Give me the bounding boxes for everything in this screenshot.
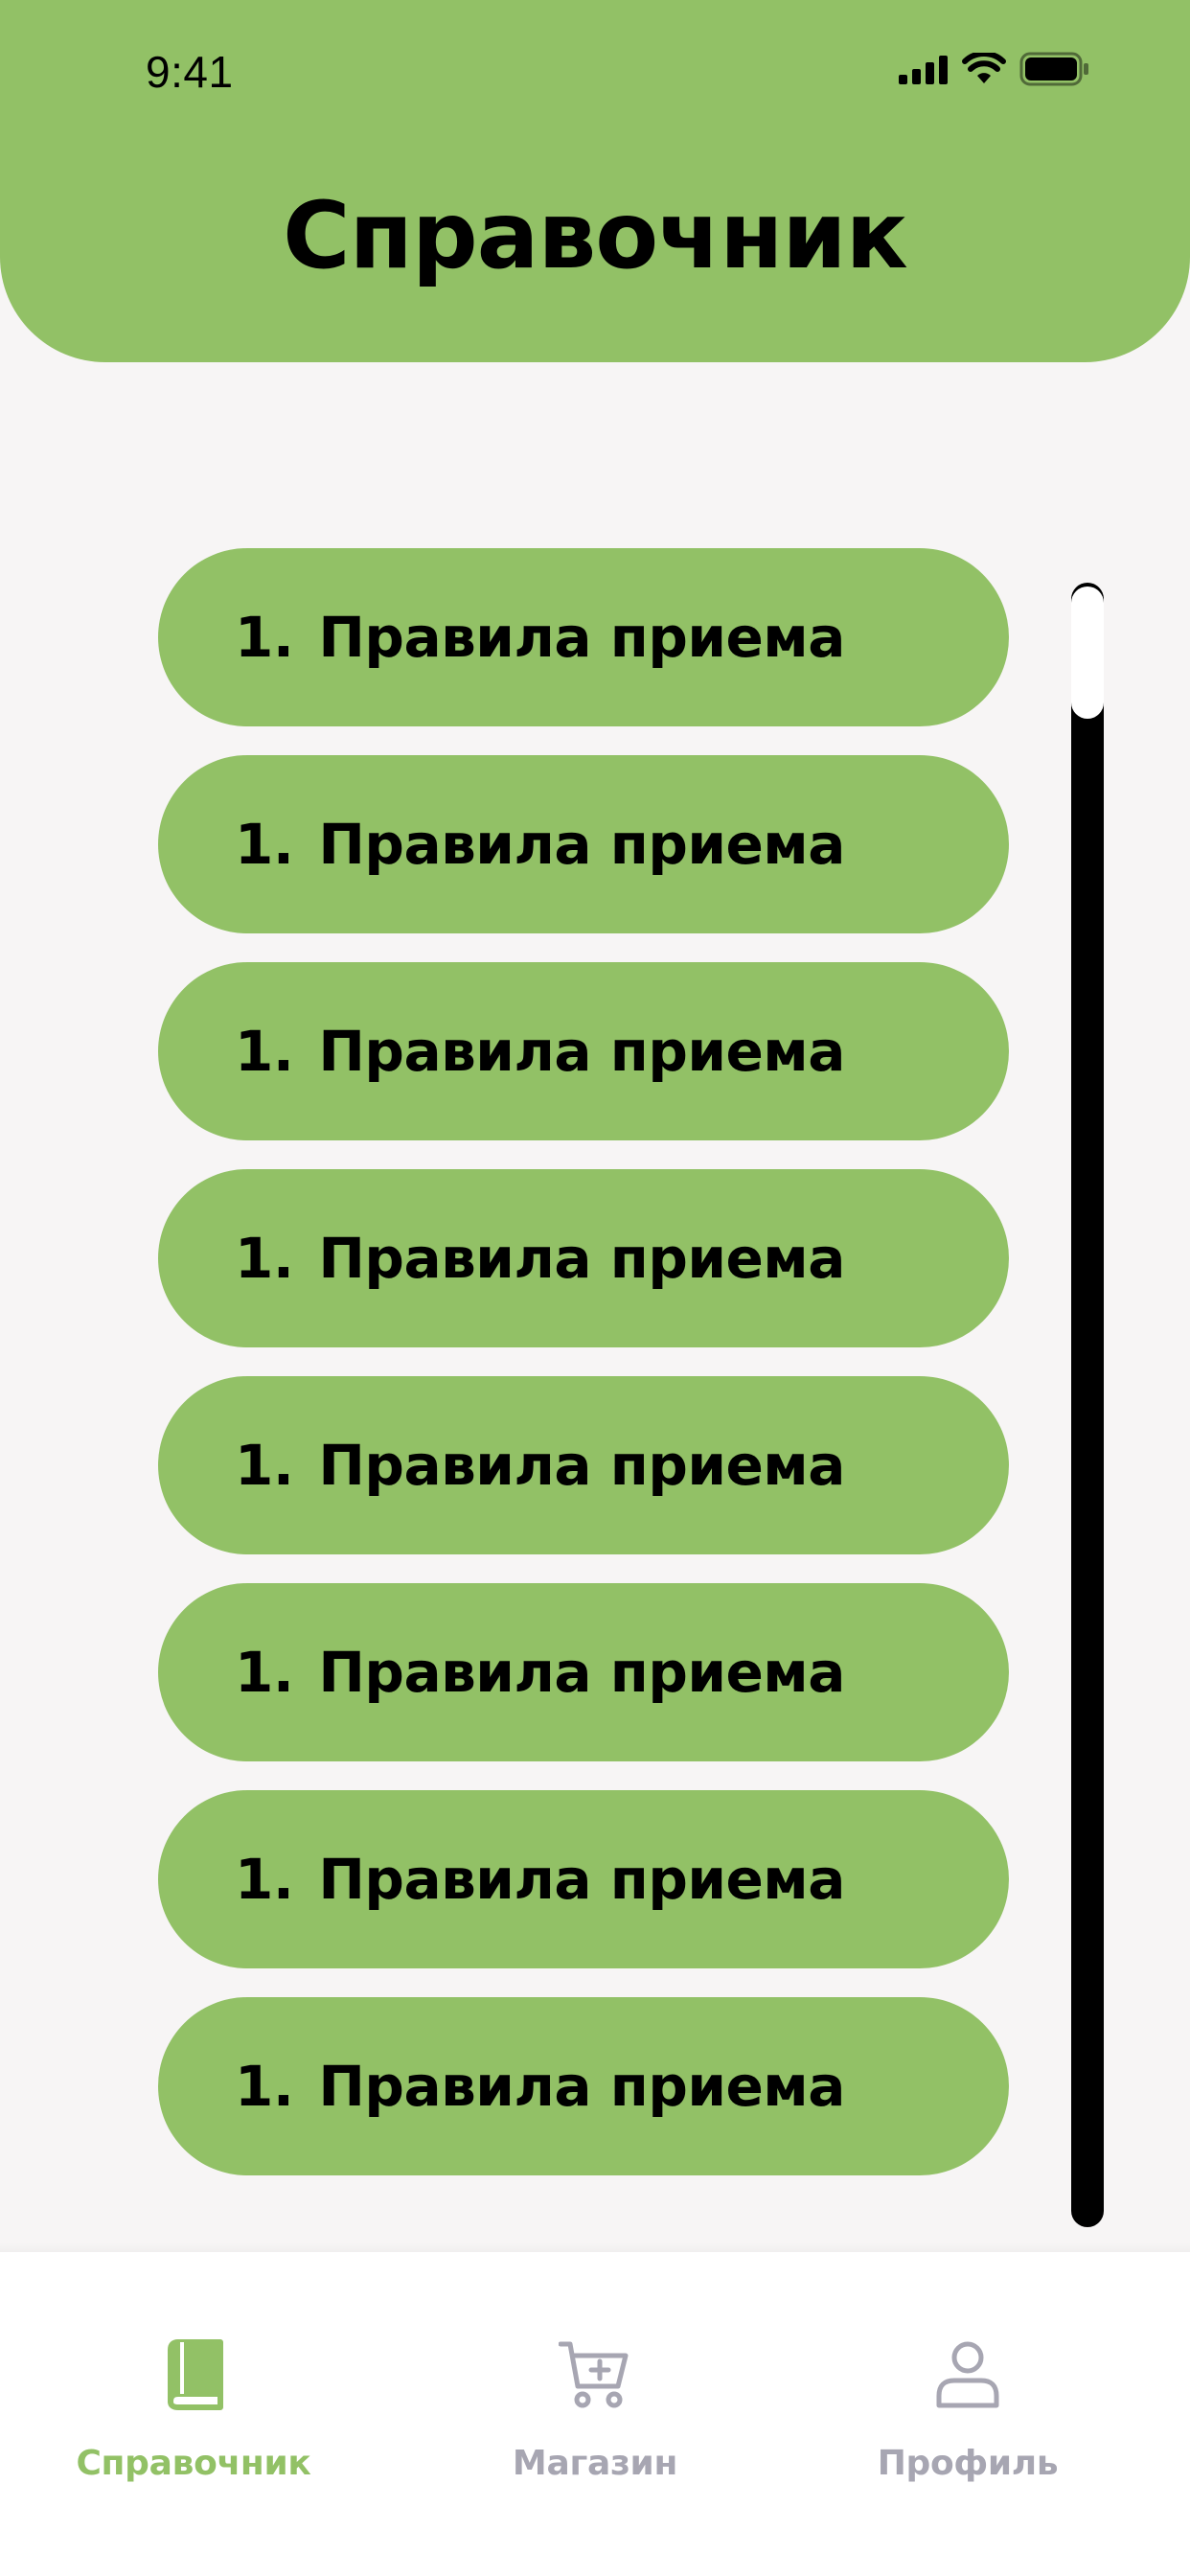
list-item[interactable]: 1. Правила приема xyxy=(158,1169,1009,1347)
list-item-label: Правила приема xyxy=(318,1226,845,1291)
list-item[interactable]: 1. Правила приема xyxy=(158,962,1009,1140)
book-icon xyxy=(168,2339,223,2410)
page-title: Справочник xyxy=(283,182,908,289)
tab-label: Магазин xyxy=(512,2444,678,2483)
list-item-number: 1. xyxy=(235,2054,294,2119)
reference-list: 1. Правила приема 1. Правила приема 1. П… xyxy=(158,548,1009,2204)
list-item[interactable]: 1. Правила приема xyxy=(158,755,1009,933)
list-item[interactable]: 1. Правила приема xyxy=(158,1790,1009,1968)
list-item-label: Правила приема xyxy=(318,1019,845,1084)
list-item-label: Правила приема xyxy=(318,1847,845,1912)
battery-icon xyxy=(1019,52,1088,86)
list-item-number: 1. xyxy=(235,1640,294,1705)
list-item[interactable]: 1. Правила приема xyxy=(158,1997,1009,2175)
status-time: 9:41 xyxy=(146,47,234,97)
list-item-label: Правила приема xyxy=(318,1640,845,1705)
list-item[interactable]: 1. Правила приема xyxy=(158,1583,1009,1761)
list-item-label: Правила приема xyxy=(318,1433,845,1498)
list-item-number: 1. xyxy=(235,1433,294,1498)
cart-plus-icon xyxy=(559,2341,629,2408)
signal-icon xyxy=(899,56,948,84)
header: 9:41 Справочник xyxy=(0,0,1190,362)
list-item-number: 1. xyxy=(235,812,294,877)
user-icon xyxy=(936,2341,999,2408)
list-item-number: 1. xyxy=(235,1226,294,1291)
list-item-label: Правила приема xyxy=(318,2054,845,2119)
list-item[interactable]: 1. Правила приема xyxy=(158,548,1009,726)
tab-bar: Справочник Магазин Профиль xyxy=(0,2252,1190,2576)
tab-label: Справочник xyxy=(76,2444,311,2483)
tab-profile[interactable]: Профиль xyxy=(824,2252,1111,2576)
list-item-label: Правила приема xyxy=(318,605,845,670)
list-item-number: 1. xyxy=(235,605,294,670)
list-item-label: Правила приема xyxy=(318,812,845,877)
list-item[interactable]: 1. Правила приема xyxy=(158,1376,1009,1554)
scrollbar-thumb[interactable] xyxy=(1071,586,1104,719)
status-icons xyxy=(899,50,1090,88)
tab-reference[interactable]: Справочник xyxy=(50,2252,337,2576)
list-item-number: 1. xyxy=(235,1847,294,1912)
list-item-number: 1. xyxy=(235,1019,294,1084)
tab-shop[interactable]: Магазин xyxy=(451,2252,739,2576)
tab-label: Профиль xyxy=(877,2444,1059,2483)
wifi-icon xyxy=(962,53,1006,83)
scrollbar[interactable] xyxy=(1071,583,1104,2227)
